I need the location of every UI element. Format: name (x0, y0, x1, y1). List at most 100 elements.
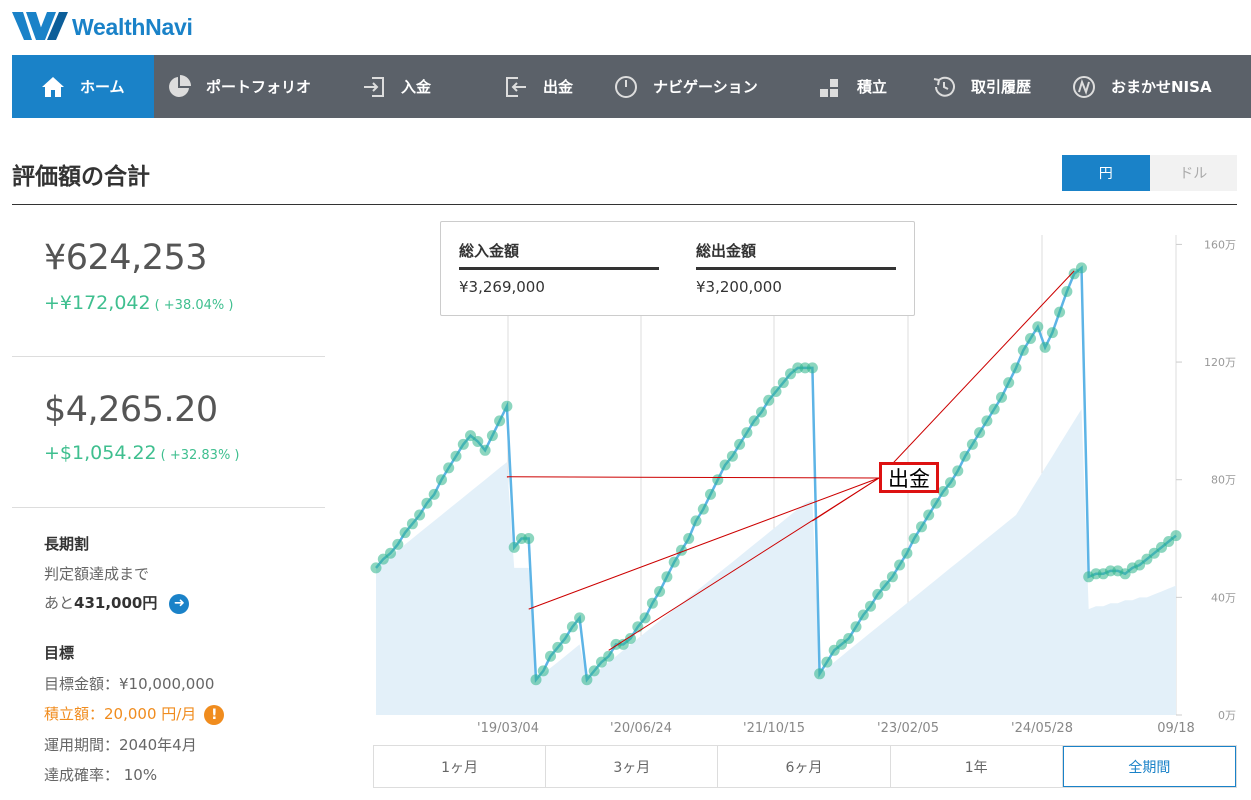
nav-label: ホーム (80, 78, 125, 96)
data-point (952, 465, 964, 477)
long-term-title: 長期割 (44, 535, 90, 553)
data-point (436, 474, 447, 486)
page-title: 評価額の合計 (12, 164, 150, 190)
data-point (523, 533, 535, 544)
pie-chart-icon (166, 74, 192, 100)
withdrawal-annotation: 出金 (879, 462, 939, 493)
data-point (705, 488, 716, 500)
data-point (1017, 344, 1029, 356)
long-term-remaining: あと431,000円 ➜ (44, 592, 190, 614)
withdraw-icon (503, 74, 529, 100)
nav-label: 入金 (401, 78, 432, 96)
data-point (865, 600, 876, 612)
data-point (1039, 341, 1051, 353)
history-icon (931, 74, 957, 100)
data-point (974, 427, 986, 439)
dollar-toggle-button[interactable]: ドル (1149, 155, 1237, 191)
warning-icon[interactable]: ! (204, 704, 225, 725)
data-point (530, 674, 542, 686)
data-point (770, 386, 782, 397)
goal-monthly-text: 積立額：20,000 円/月 (44, 705, 197, 723)
data-point (697, 503, 709, 515)
data-point (646, 597, 658, 609)
goal-period: 運用期間：2040年4月 (44, 736, 197, 754)
data-point (385, 547, 396, 559)
data-point (552, 641, 564, 653)
deposit-total-value: ¥3,269,000 (459, 278, 545, 296)
data-point (603, 650, 615, 662)
data-point (501, 400, 513, 412)
data-point (894, 559, 906, 571)
nav-label: おまかせNISA (1111, 78, 1212, 96)
totals-card: 総入金額 ¥3,269,000 総出金額 ¥3,200,000 (440, 221, 915, 316)
data-point (930, 497, 942, 509)
long-term-desc: 判定額達成まで (44, 565, 150, 583)
data-point (748, 415, 760, 427)
nav-savings[interactable]: 積立 (807, 55, 931, 118)
gauge-icon (613, 74, 639, 100)
data-point (443, 462, 455, 474)
period-1m-button[interactable]: 1ヶ月 (374, 746, 547, 787)
y-tick-label: 40万 (1211, 591, 1236, 604)
data-point (690, 515, 702, 527)
deposit-total: 総入金額 ¥3,269,000 (459, 240, 659, 296)
data-point (814, 668, 826, 680)
usd-total-value: $4,265.20 (44, 390, 218, 430)
data-point (537, 665, 549, 677)
nav-navigation[interactable]: ナビゲーション (607, 55, 807, 118)
data-point (901, 547, 913, 559)
data-point (1032, 321, 1044, 333)
data-point (937, 486, 949, 497)
period-6m-button[interactable]: 6ヶ月 (718, 746, 891, 787)
data-point (996, 391, 1007, 403)
yen-toggle-button[interactable]: 円 (1062, 155, 1150, 191)
nav-withdraw[interactable]: 出金 (489, 55, 607, 118)
yen-gain-pct: ( +38.04% ) (154, 298, 234, 313)
currency-toggle: 円 ドル (1062, 155, 1237, 191)
data-point (945, 477, 956, 489)
y-tick-label: 120万 (1204, 356, 1236, 369)
period-1y-button[interactable]: 1年 (891, 746, 1063, 787)
arrow-right-icon[interactable]: ➜ (169, 593, 190, 614)
data-point (486, 430, 498, 442)
data-point (726, 450, 738, 462)
goal-monthly: 積立額：20,000 円/月! (44, 703, 225, 725)
x-tick-label: '19/03/04 (477, 721, 539, 736)
data-point (1054, 306, 1066, 318)
data-point (988, 403, 1000, 415)
withdraw-total: 総出金額 ¥3,200,000 (696, 240, 896, 296)
data-point (588, 665, 600, 677)
data-point (414, 509, 426, 521)
data-point (777, 377, 789, 389)
nav-history[interactable]: 取引履歴 (931, 55, 1071, 118)
usd-gain: +$1,054.22( +32.83% ) (44, 442, 240, 464)
y-tick-label: 160万 (1204, 238, 1236, 251)
data-point (559, 633, 571, 644)
nav-label: 出金 (543, 78, 574, 96)
data-point (850, 621, 862, 633)
nav-portfolio[interactable]: ポートフォリオ (154, 55, 347, 118)
period-all-button[interactable]: 全期間 (1062, 746, 1237, 787)
data-point (1003, 377, 1015, 389)
nav-deposit[interactable]: 入金 (347, 55, 489, 118)
y-tick-label: 80万 (1211, 474, 1236, 487)
data-point (734, 438, 746, 450)
data-point (959, 450, 971, 462)
data-point (1170, 530, 1182, 542)
data-point (668, 556, 680, 568)
data-point (821, 656, 833, 668)
nav-home[interactable]: ホーム (12, 55, 154, 118)
goal-probability: 達成確率： 10% (44, 766, 158, 784)
wealthnavi-logo[interactable]: WealthNavi (12, 8, 193, 46)
period-3m-button[interactable]: 3ヶ月 (546, 746, 719, 787)
annotation-line (506, 476, 880, 479)
data-point (457, 438, 469, 450)
data-point (370, 562, 382, 574)
main-nav: ホーム ポートフォリオ 入金 出金 ナビゲーション 積立 取引履歴 おまかせNI… (12, 55, 1251, 118)
data-point (581, 674, 593, 686)
usd-gain-value: +$1,054.22 (44, 442, 157, 464)
data-point (843, 633, 855, 644)
data-point (763, 394, 775, 406)
data-point (1025, 333, 1036, 344)
nav-nisa[interactable]: おまかせNISA (1071, 55, 1231, 118)
